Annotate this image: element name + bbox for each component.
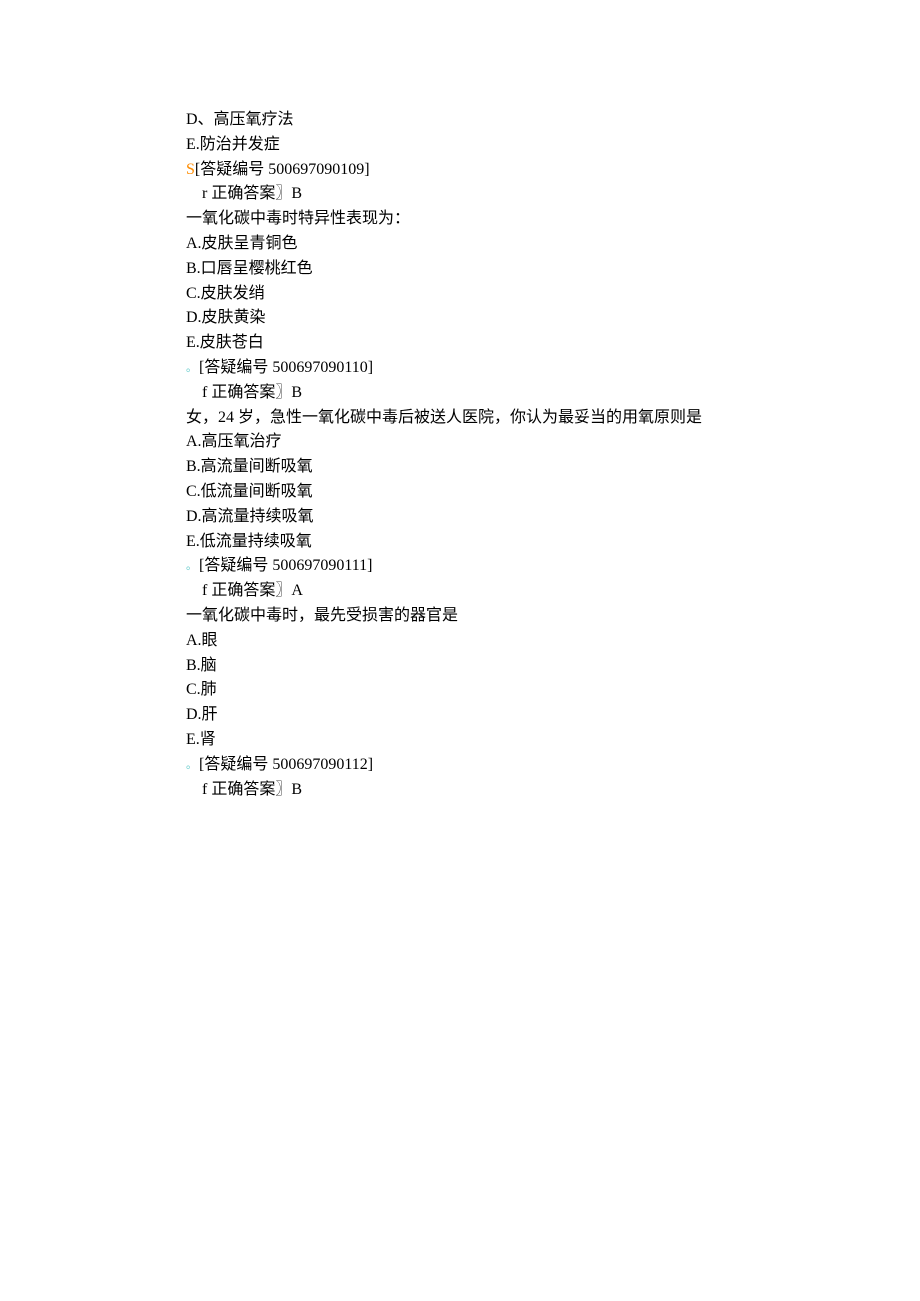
option-d: D.高流量持续吸氧 xyxy=(186,505,920,530)
option-d: D.皮肤黄染 xyxy=(186,306,920,331)
option-a: A.眼 xyxy=(186,629,920,654)
ans-prefix: r xyxy=(202,185,207,202)
ref-prefix: 。 xyxy=(186,360,197,377)
ans-label: 正确答案〗 xyxy=(211,582,291,599)
option-e: E.皮肤苍白 xyxy=(186,331,920,356)
reference-line: S[答疑编号 500697090109] xyxy=(186,158,920,183)
ref-text: [答疑编号 500697090110] xyxy=(199,359,373,376)
option-c: C.肺 xyxy=(186,678,920,703)
ans-prefix: f xyxy=(202,781,207,798)
ans-value: B xyxy=(291,781,302,798)
reference-line: 。[答疑编号 500697090112] xyxy=(186,753,920,778)
answer-line: r 正确答案〗B xyxy=(186,182,920,207)
ans-label: 正确答案〗 xyxy=(211,384,291,401)
answer-line: f 正确答案〗A xyxy=(186,579,920,604)
answer-line: f 正确答案〗B xyxy=(186,778,920,803)
option-b: B.口唇呈樱桃红色 xyxy=(186,257,920,282)
option-b: B.脑 xyxy=(186,654,920,679)
ans-label: 正确答案〗 xyxy=(211,781,291,798)
ref-text: [答疑编号 500697090111] xyxy=(199,557,372,574)
ref-text: [答疑编号 500697090112] xyxy=(199,756,373,773)
option-e: E.防治并发症 xyxy=(186,133,920,158)
option-b: B.高流量间断吸氧 xyxy=(186,455,920,480)
ans-value: B xyxy=(291,384,302,401)
ans-prefix: f xyxy=(202,582,207,599)
ref-prefix: 。 xyxy=(186,757,197,774)
option-e: E.肾 xyxy=(186,728,920,753)
ans-label: 正确答案〗 xyxy=(211,185,291,202)
question-stem: 一氧化碳中毒时，最先受损害的器官是 xyxy=(186,604,920,629)
document-page: D、高压氧疗法 E.防治并发症 S[答疑编号 500697090109] r 正… xyxy=(0,0,920,1301)
reference-line: 。[答疑编号 500697090110] xyxy=(186,356,920,381)
ans-value: A xyxy=(291,582,303,599)
option-d: D、高压氧疗法 xyxy=(186,108,920,133)
question-stem: 一氧化碳中毒时特异性表现为： xyxy=(186,207,920,232)
ans-prefix: f xyxy=(202,384,207,401)
answer-line: f 正确答案〗B xyxy=(186,381,920,406)
ref-prefix: S xyxy=(186,161,195,178)
option-a: A.皮肤呈青铜色 xyxy=(186,232,920,257)
ans-value: B xyxy=(291,185,302,202)
question-stem: 女，24 岁，急性一氧化碳中毒后被送人医院，你认为最妥当的用氧原则是 xyxy=(186,406,920,431)
ref-prefix: 。 xyxy=(186,558,197,575)
option-a: A.高压氧治疗 xyxy=(186,430,920,455)
option-d: D.肝 xyxy=(186,703,920,728)
ref-text: [答疑编号 500697090109] xyxy=(195,161,370,178)
option-c: C.皮肤发绡 xyxy=(186,282,920,307)
reference-line: 。[答疑编号 500697090111] xyxy=(186,554,920,579)
option-c: C.低流量间断吸氧 xyxy=(186,480,920,505)
option-e: E.低流量持续吸氧 xyxy=(186,530,920,555)
